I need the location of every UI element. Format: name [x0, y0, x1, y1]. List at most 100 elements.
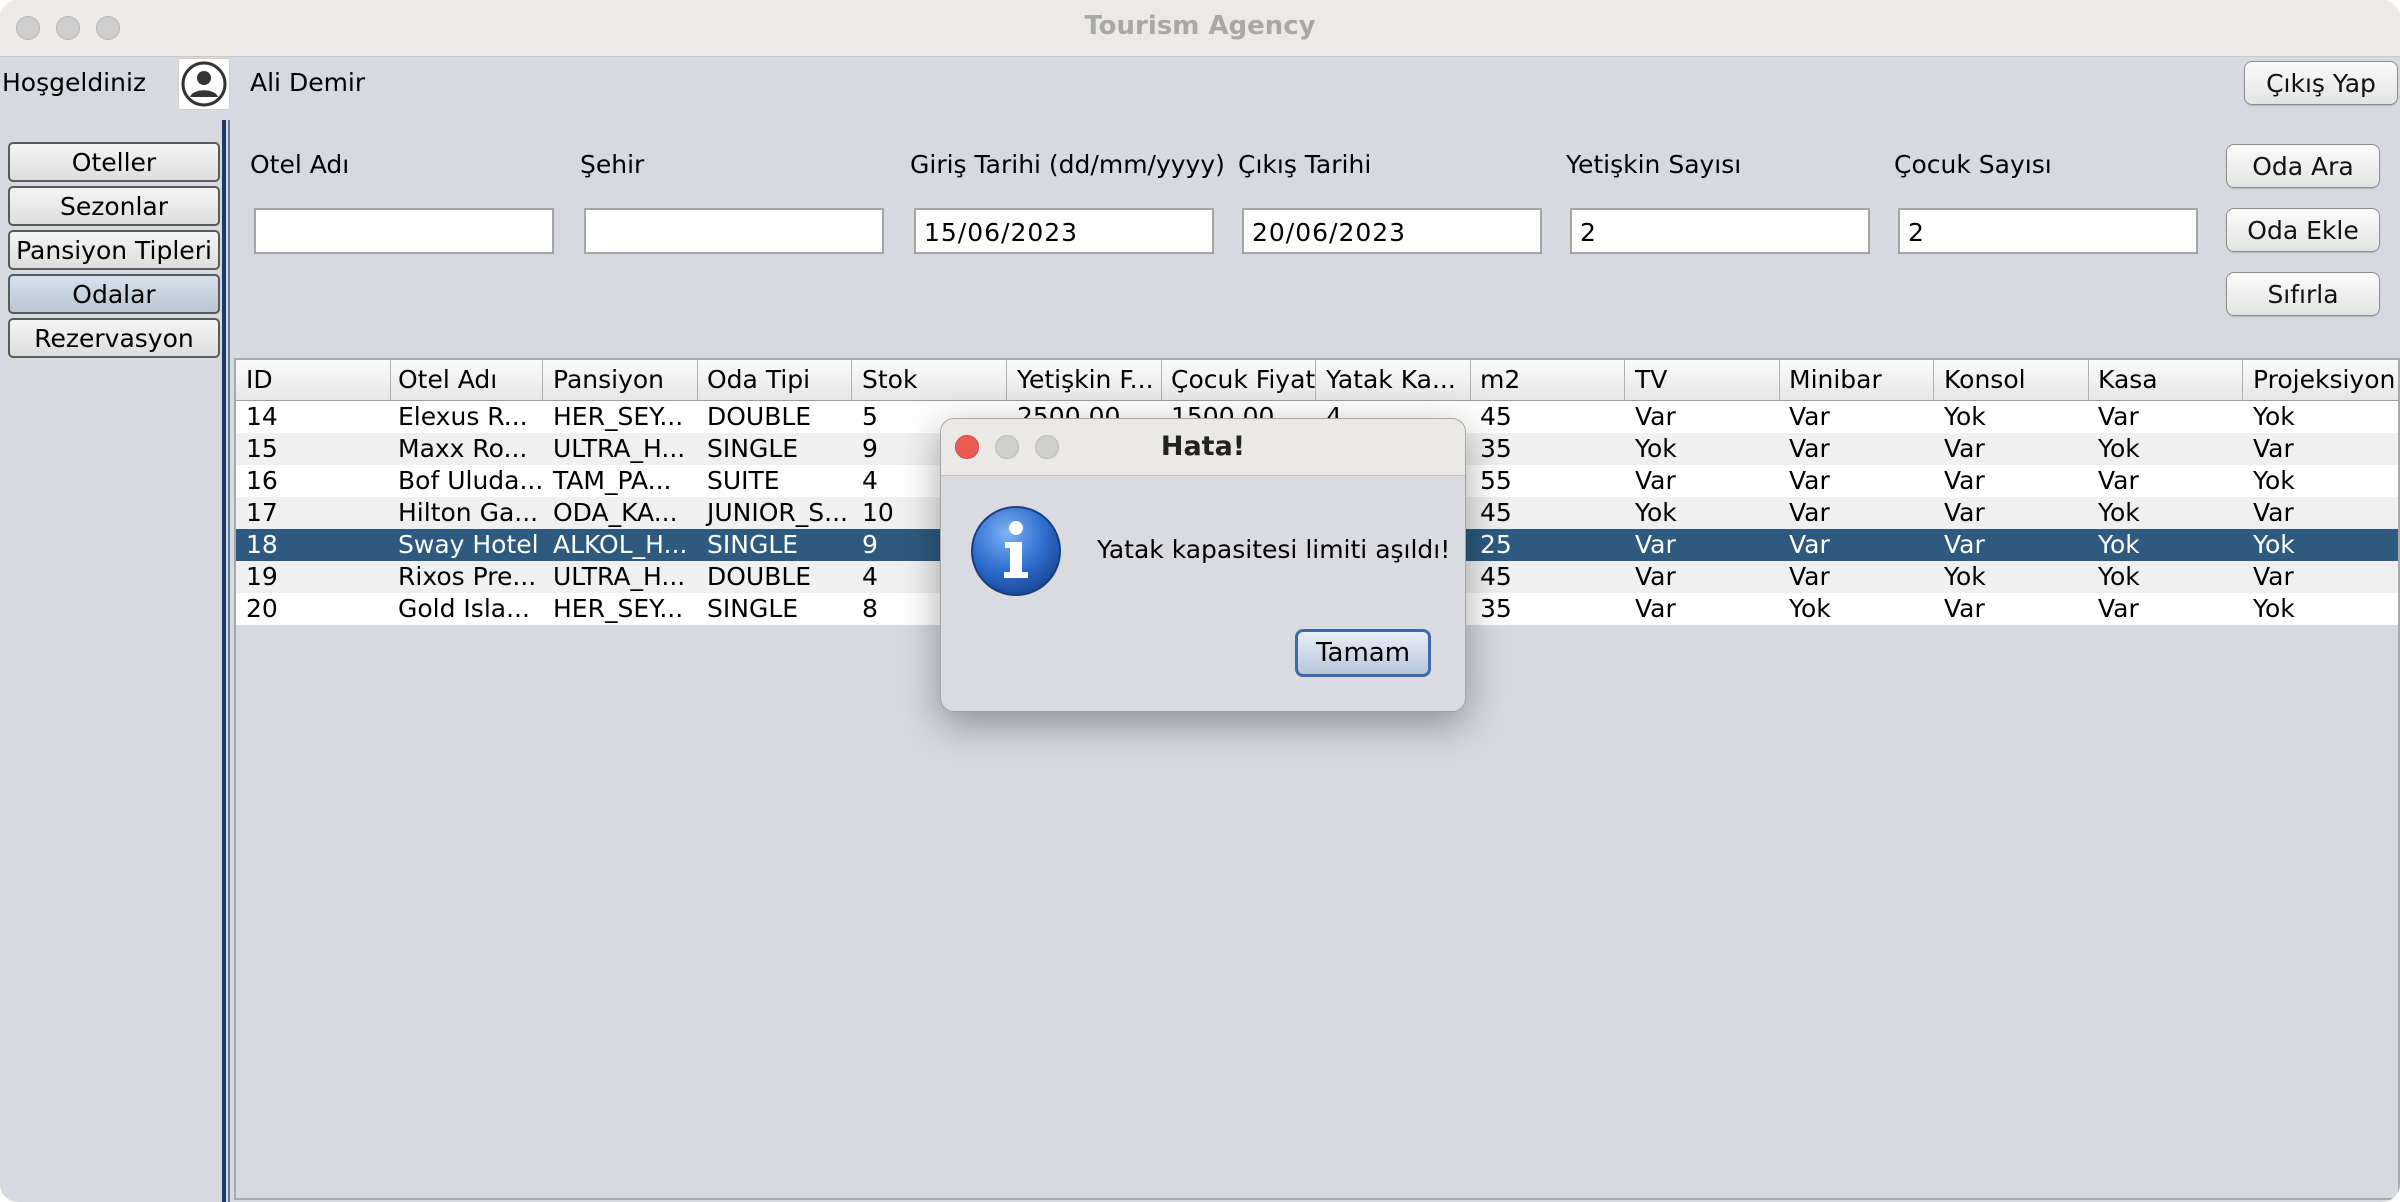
table-cell: ALKOL_H...: [553, 530, 688, 559]
sidebar-divider[interactable]: [222, 120, 226, 1202]
sidebar-item-rezervasyon[interactable]: Rezervasyon: [8, 318, 220, 358]
table-cell: DOUBLE: [707, 562, 812, 591]
table-cell: Yok: [1944, 562, 1986, 591]
dialog-title-bar: Hata!: [941, 419, 1465, 476]
column-header[interactable]: Çocuk Fiyat: [1161, 360, 1316, 400]
column-header[interactable]: Kasa: [2088, 360, 2243, 400]
column-header[interactable]: m2: [1470, 360, 1625, 400]
table-cell: SUITE: [707, 466, 780, 495]
table-cell: ODA_KA...: [553, 498, 678, 527]
table-cell: Sway Hotel: [398, 530, 539, 559]
column-header[interactable]: Yatak Ka...: [1316, 360, 1471, 400]
table-cell: Yok: [1944, 402, 1986, 431]
table-cell: Var: [2098, 594, 2139, 623]
table-cell: Yok: [1789, 594, 1831, 623]
sidebar-item-pansiyon-tipleri[interactable]: Pansiyon Tipleri: [8, 230, 220, 270]
table-cell: ULTRA_H...: [553, 434, 686, 463]
table-cell: Maxx Ro...: [398, 434, 528, 463]
table-cell: Var: [1635, 402, 1676, 431]
checkin-date-input[interactable]: 15/06/2023: [914, 208, 1214, 254]
table-cell: Var: [2253, 434, 2294, 463]
table-cell: Yok: [2098, 562, 2140, 591]
info-icon: [969, 504, 1063, 598]
adult-count-label: Yetişkin Sayısı: [1566, 150, 1742, 179]
table-cell: 20: [246, 594, 278, 623]
add-room-button[interactable]: Oda Ekle: [2226, 208, 2380, 252]
table-cell: Yok: [2253, 594, 2295, 623]
table-cell: Yok: [2253, 402, 2295, 431]
column-header[interactable]: Minibar: [1779, 360, 1934, 400]
table-cell: Var: [1635, 466, 1676, 495]
column-header[interactable]: Yetişkin F...: [1007, 360, 1162, 400]
table-cell: ULTRA_H...: [553, 562, 686, 591]
child-count-input[interactable]: 2: [1898, 208, 2198, 254]
table-cell: 35: [1480, 434, 1512, 463]
table-cell: Var: [1789, 466, 1830, 495]
table-cell: 18: [246, 530, 278, 559]
sidebar-divider-edge: [228, 120, 230, 1202]
column-header[interactable]: Pansiyon: [543, 360, 698, 400]
table-cell: Yok: [2098, 434, 2140, 463]
dialog-title: Hata!: [1160, 431, 1246, 462]
column-header[interactable]: Otel Adı: [388, 360, 543, 400]
table-cell: Var: [1789, 434, 1830, 463]
table-cell: 15: [246, 434, 278, 463]
table-cell: Var: [1789, 498, 1830, 527]
column-header[interactable]: ID: [236, 360, 391, 400]
welcome-label: Hoşgeldiniz: [2, 68, 147, 97]
table-cell: HER_SEY...: [553, 594, 684, 623]
table-cell: 17: [246, 498, 278, 527]
table-header: ID Otel Adı Pansiyon Oda Tipi Stok Yetişkin F…: [236, 360, 2398, 402]
table-cell: Var: [1789, 562, 1830, 591]
table-cell: Var: [1944, 530, 1985, 559]
logout-button[interactable]: Çıkış Yap: [2244, 61, 2398, 105]
table-cell: 16: [246, 466, 278, 495]
table-cell: Yok: [2253, 466, 2295, 495]
table-cell: 45: [1480, 498, 1512, 527]
table-cell: Rixos Pre...: [398, 562, 537, 591]
city-label: Şehir: [580, 150, 645, 179]
table-cell: Var: [2253, 562, 2294, 591]
title-bar: Tourism Agency: [0, 0, 2400, 57]
user-avatar-icon: [178, 58, 230, 110]
table-cell: SINGLE: [707, 594, 799, 623]
hotel-name-input[interactable]: [254, 208, 554, 254]
search-room-button[interactable]: Oda Ara: [2226, 144, 2380, 188]
ok-button[interactable]: Tamam: [1295, 629, 1431, 677]
table-cell: Yok: [1635, 434, 1677, 463]
table-cell: Elexus R...: [398, 402, 528, 431]
table-cell: Var: [1944, 434, 1985, 463]
sidebar-item-sezonlar[interactable]: Sezonlar: [8, 186, 220, 226]
table-cell: HER_SEY...: [553, 402, 684, 431]
reset-button[interactable]: Sıfırla: [2226, 272, 2380, 316]
column-header[interactable]: Oda Tipi: [697, 360, 852, 400]
table-cell: Yok: [2098, 530, 2140, 559]
table-cell: Var: [1944, 594, 1985, 623]
table-cell: Var: [2253, 498, 2294, 527]
column-header[interactable]: Konsol: [1934, 360, 2089, 400]
checkin-label: Giriş Tarihi (dd/mm/yyyy): [910, 150, 1225, 179]
table-cell: Var: [1789, 530, 1830, 559]
table-cell: Yok: [2253, 530, 2295, 559]
table-cell: 45: [1480, 562, 1512, 591]
app-window: Tourism Agency Hoşgeldiniz Ali Demir Çık…: [0, 0, 2400, 1202]
sidebar-item-odalar[interactable]: Odalar: [8, 274, 220, 314]
table-cell: Var: [1789, 402, 1830, 431]
adult-count-input[interactable]: 2: [1570, 208, 1870, 254]
column-header[interactable]: Stok: [852, 360, 1007, 400]
column-header[interactable]: TV: [1625, 360, 1780, 400]
dialog-message: Yatak kapasitesi limiti aşıldı!: [1097, 535, 1451, 564]
table-cell: 35: [1480, 594, 1512, 623]
city-input[interactable]: [584, 208, 884, 254]
table-cell: Bof Uluda...: [398, 466, 543, 495]
table-cell: 45: [1480, 402, 1512, 431]
checkout-date-input[interactable]: 20/06/2023: [1242, 208, 1542, 254]
table-cell: Var: [1635, 562, 1676, 591]
table-cell: TAM_PA...: [553, 466, 672, 495]
column-header[interactable]: Projeksiyon: [2243, 360, 2398, 400]
table-cell: JUNIOR_S...: [707, 498, 849, 527]
sidebar-item-oteller[interactable]: Oteller: [8, 142, 220, 182]
table-cell: DOUBLE: [707, 402, 812, 431]
table-cell: 19: [246, 562, 278, 591]
error-dialog: Hata! Yatak kapasitesi limiti aşıldı! Ta…: [940, 418, 1466, 712]
